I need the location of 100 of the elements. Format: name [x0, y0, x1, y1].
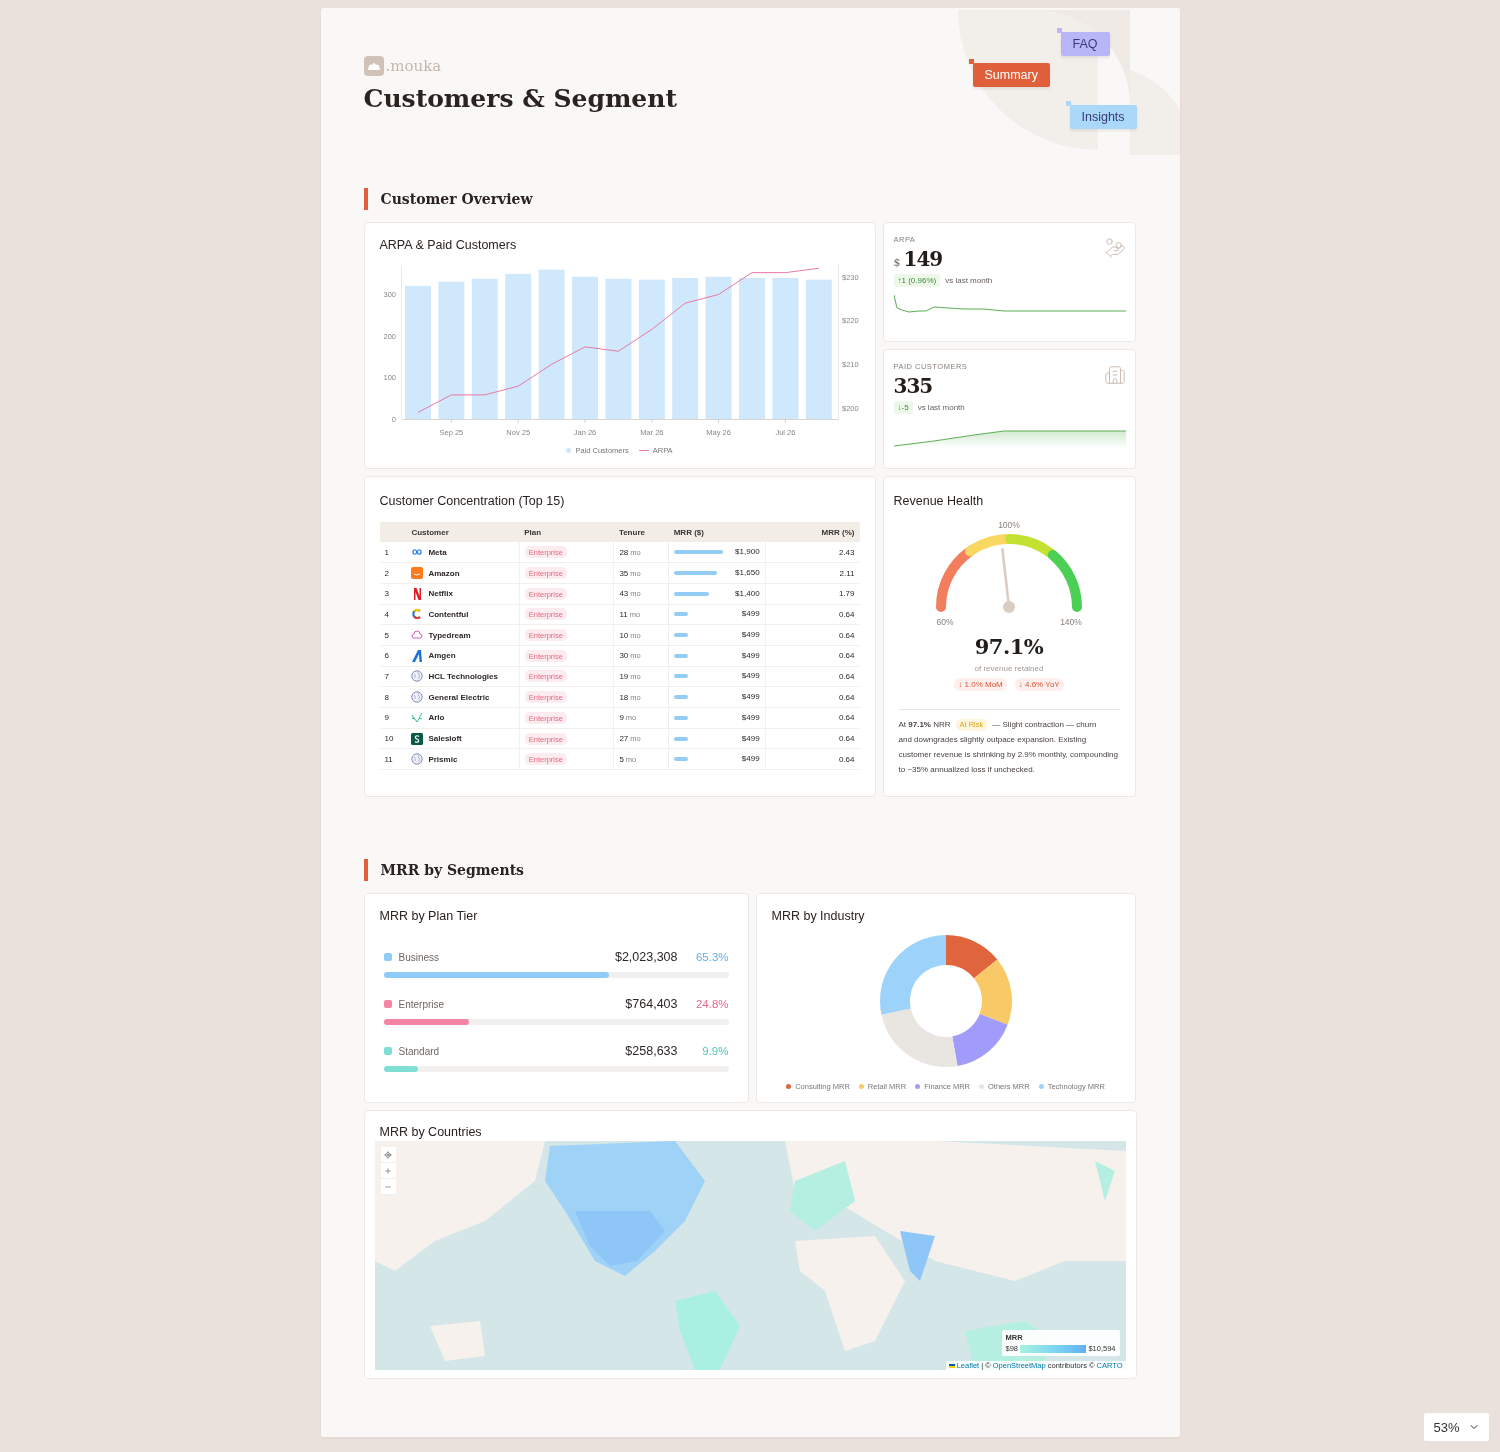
retention-value: 97.1%	[974, 634, 1044, 659]
zoom-select[interactable]: 53%	[1423, 1412, 1490, 1442]
flag-icon	[948, 1363, 955, 1368]
column-header: Tenure	[613, 522, 669, 542]
mrr-amount: $499	[741, 712, 760, 722]
rank-cell: 10	[384, 734, 394, 744]
rank-cell: 7	[384, 671, 389, 681]
rank-cell: 11	[384, 754, 393, 764]
comparison-note: vs last month	[917, 403, 965, 412]
plus-icon	[384, 1166, 392, 1175]
customer-name: General Electric	[428, 692, 490, 702]
card-title: ARPA & Paid Customers	[379, 237, 518, 254]
tag-link[interactable]: FAQ	[1060, 32, 1110, 56]
kpi-value: 335	[893, 374, 933, 398]
tier-amount: $2,023,308	[614, 950, 678, 964]
summary-text: and downgrades slightly outpace expansion. Existing customer revenue is shrinking by 2.9% monthly, compounding to ~35% annualized loss if unchecked.	[897, 734, 1120, 776]
change-badge: ↓ 4.6% YoY	[1014, 678, 1064, 691]
customer-name: Netflix	[428, 589, 453, 599]
tenure-value: 43	[619, 589, 629, 599]
section-heading: Customer Overview	[363, 188, 1137, 210]
customer-name: Amazon	[428, 568, 460, 578]
building-icon	[1103, 364, 1126, 386]
legend-swatch	[566, 448, 572, 453]
cloud-icon	[411, 629, 424, 642]
mrr-amount: $499	[741, 630, 760, 640]
scale-label: 140%	[1060, 617, 1082, 627]
rank-cell: 2	[384, 568, 389, 578]
tier-percent: 65.3%	[694, 951, 729, 963]
tenure-value: 27	[619, 734, 629, 744]
mrr-amount: $1,900	[735, 547, 760, 557]
column-header: MRR ($)	[668, 522, 766, 542]
tenure-value: 30	[619, 651, 629, 661]
leaf-icon	[411, 711, 424, 724]
mrr-share: 2.11	[839, 568, 855, 578]
change-badge: ↓ 1.0% MoM	[954, 678, 1007, 691]
brand-name: .mouka	[385, 57, 442, 75]
tag-link[interactable]: Summary	[972, 63, 1050, 87]
customer-name: Typedream	[428, 630, 471, 640]
column-header: MRR (%)	[765, 522, 860, 542]
rank-cell: 8	[384, 692, 389, 702]
tenure-value: 18	[619, 692, 629, 702]
kpi-value: 149	[903, 247, 943, 271]
card-title: MRR by Countries	[378, 1124, 483, 1141]
logo-icon	[363, 56, 384, 76]
comparison-note: vs last month	[945, 276, 993, 285]
slash-icon	[411, 649, 424, 662]
tenure-value: 35	[619, 568, 629, 578]
mrr-share: 0.64	[838, 651, 855, 661]
tier-name: Standard	[398, 1045, 441, 1057]
color-scale	[1020, 1344, 1087, 1353]
customer-name: HCL Technologies	[428, 671, 498, 681]
mrr-amount: $499	[741, 754, 760, 764]
tag-link[interactable]: Insights	[1069, 105, 1137, 129]
mrr-share: 1.79	[838, 589, 855, 599]
card-title: MRR by Industry	[771, 908, 866, 925]
tier-name: Business	[398, 951, 441, 963]
currency-symbol: $	[893, 256, 901, 269]
mrr-amount: $1,400	[735, 588, 760, 598]
summary-lead: At 97.1% NRR	[898, 719, 951, 731]
mrr-amount: $1,650	[735, 568, 760, 578]
tenure-value: 10	[619, 630, 629, 640]
retention-caption: of revenue retained	[974, 664, 1044, 673]
card-title: Revenue Health	[893, 493, 985, 510]
tenure-value: 19	[619, 671, 629, 681]
scale-label: 60%	[936, 617, 954, 627]
mrr-share: 0.64	[838, 609, 855, 619]
rank-cell: 4	[384, 609, 389, 619]
customer-name: Prismic	[428, 754, 458, 764]
hand-coins-icon	[1103, 237, 1126, 259]
tenure-value: 5	[619, 754, 624, 764]
needle-hub	[1003, 601, 1015, 613]
mrr-share: 2.43	[838, 547, 855, 557]
scale-label: 100%	[998, 520, 1020, 530]
mrr-share: 0.64	[838, 630, 855, 640]
rank-cell: 5	[384, 630, 389, 640]
mrr-share: 0.64	[838, 671, 855, 681]
tenure-value: 28	[619, 547, 629, 557]
column-header: Customer	[406, 522, 520, 542]
change-badge: ↓-5	[893, 401, 913, 414]
tier-percent: 24.8%	[694, 998, 729, 1010]
globe-icon	[411, 670, 424, 683]
card-title: Customer Concentration (Top 15)	[379, 493, 566, 510]
globe-icon	[411, 753, 424, 766]
mrr-share: 0.64	[838, 692, 855, 702]
tier-name: Enterprise	[398, 998, 446, 1010]
mrr-amount: $499	[741, 692, 760, 702]
customer-name: Meta	[428, 547, 447, 557]
rank-cell: 1	[384, 547, 389, 557]
tier-amount: $764,403	[625, 997, 678, 1011]
square-icon	[411, 732, 424, 745]
ribbon-icon	[411, 587, 424, 600]
customer-name: Salesloft	[428, 734, 462, 744]
mrr-amount: $499	[741, 733, 760, 743]
globe-icon	[411, 691, 424, 704]
tenure-value: 9	[619, 713, 624, 723]
mrr-share: 0.64	[838, 713, 855, 723]
customer-name: Arlo	[428, 713, 445, 723]
section-heading: MRR by Segments	[363, 859, 1137, 881]
rank-cell: 3	[384, 589, 389, 599]
mrr-amount: $499	[741, 609, 760, 619]
